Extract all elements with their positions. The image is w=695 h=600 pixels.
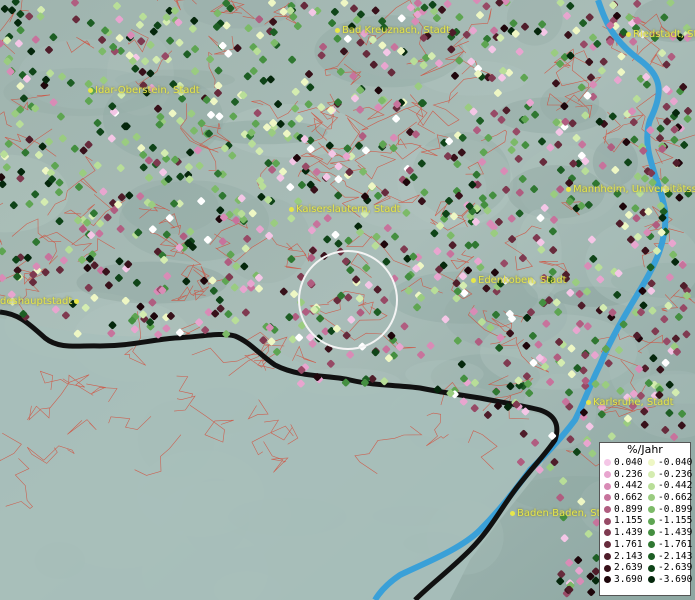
legend-entry: 0.442 [600, 480, 644, 492]
legend-entry: -2.639 [644, 562, 693, 574]
legend-swatch [604, 576, 611, 584]
legend-entry: 1.761 [600, 539, 644, 551]
legend-swatch [648, 541, 655, 549]
legend-entry: 0.662 [600, 492, 644, 504]
legend-label: -3.690 [658, 573, 693, 585]
legend-label: 3.690 [614, 573, 643, 585]
legend-swatch [604, 529, 611, 537]
legend-label: 1.155 [614, 515, 643, 527]
legend-swatch [648, 517, 655, 525]
city-marker-icon [88, 87, 93, 93]
city-label[interactable]: Baden-Baden, Sta [510, 508, 607, 519]
legend-swatch [604, 494, 611, 502]
legend-swatch [648, 471, 655, 479]
legend-swatch [604, 459, 611, 467]
legend-entry: -0.040 [644, 457, 693, 469]
legend-positive-column: 0.040 0.236 0.442 0.662 0.899 1.155 1.439 1.761… [600, 457, 644, 586]
legend-swatch [648, 459, 655, 467]
legend-swatch [604, 552, 611, 560]
legend-title: %/Jahr [627, 443, 663, 456]
legend-label: -1.761 [658, 538, 693, 550]
city-label[interactable]: Riedstadt, St [626, 29, 695, 40]
legend-label: 2.143 [614, 550, 643, 562]
legend-negative-column: -0.040 -0.236 -0.442 -0.662 -0.899 -1.155 -1.4… [644, 457, 693, 586]
legend-swatch [604, 541, 611, 549]
legend-entry: 1.155 [600, 515, 644, 527]
legend-label: 1.439 [614, 527, 643, 539]
legend-entry: -1.761 [644, 538, 693, 551]
legend-label: -0.236 [658, 468, 693, 480]
city-marker-icon [566, 186, 571, 192]
selection-circle[interactable] [298, 250, 398, 350]
legend-entry: -2.143 [644, 550, 693, 563]
legend-label: -0.899 [658, 503, 693, 515]
legend-entry: -0.442 [644, 480, 693, 492]
legend-label: -2.639 [658, 562, 693, 574]
legend-entry: -0.662 [644, 492, 693, 504]
city-marker-icon [74, 298, 80, 304]
legend-label: -0.442 [658, 480, 693, 492]
legend-swatch [604, 482, 611, 490]
city-marker-icon [510, 510, 515, 516]
legend-entry: 0.236 [600, 469, 644, 481]
city-label[interactable]: deshauptstadt [0, 296, 81, 307]
city-label[interactable]: Mannheim, Universitätsst [566, 184, 695, 195]
legend-label: -1.155 [658, 515, 693, 527]
city-label[interactable]: Kaiserslautern, Stadt [289, 204, 401, 215]
relief-shade [479, 314, 638, 390]
map-legend: %/Jahr 0.040 0.236 0.442 0.662 0.899 1.155 1.4… [599, 442, 693, 596]
legend-entry: -1.439 [644, 527, 693, 539]
legend-label: 0.662 [614, 492, 643, 504]
legend-entry: 2.143 [600, 551, 644, 563]
legend-label: -2.143 [658, 550, 693, 562]
legend-entry: -3.690 [644, 573, 693, 586]
legend-entry: -1.155 [644, 515, 693, 527]
legend-swatch [648, 576, 655, 584]
legend-swatch [648, 552, 655, 560]
legend-swatch [648, 529, 655, 537]
relief-shade [334, 145, 487, 231]
legend-label: 1.761 [614, 538, 643, 550]
legend-label: 0.442 [614, 480, 643, 492]
legend-swatch [648, 482, 655, 490]
legend-swatch [648, 494, 655, 502]
city-marker-icon [471, 277, 476, 283]
city-marker-icon [586, 399, 591, 405]
legend-label: -1.439 [658, 527, 693, 539]
legend-swatch [604, 471, 611, 479]
relief-shade [121, 179, 219, 235]
legend-swatch [604, 506, 611, 514]
city-marker-icon [335, 27, 340, 33]
city-label[interactable]: Edenkoben, Stadt [471, 275, 567, 286]
city-marker-icon [289, 206, 294, 212]
city-label[interactable]: Karlsruhe, Stadt [586, 397, 674, 408]
legend-entry: 0.899 [600, 504, 644, 516]
legend-label: 0.236 [614, 468, 643, 480]
city-label[interactable]: Bad Kreuznach, Stadt [335, 25, 450, 36]
city-label[interactable]: Idar-Oberstein, Stadt [88, 85, 200, 96]
legend-swatch [604, 564, 611, 572]
legend-label: -0.662 [658, 492, 693, 504]
legend-swatch [648, 564, 655, 572]
legend-swatch [604, 517, 611, 525]
legend-entry: -0.899 [644, 503, 693, 516]
legend-swatch [648, 506, 655, 514]
legend-entry: 2.639 [600, 562, 644, 574]
legend-label: 0.040 [614, 457, 643, 468]
legend-entry: -0.236 [644, 468, 693, 481]
legend-label: 0.899 [614, 503, 643, 515]
legend-entry: 1.439 [600, 527, 644, 539]
legend-entry: 0.040 [600, 457, 644, 469]
legend-label: -0.040 [658, 457, 693, 468]
legend-label: 2.639 [614, 562, 643, 574]
city-marker-icon [626, 31, 631, 37]
legend-entry: 3.690 [600, 574, 644, 586]
relief-shade [540, 82, 600, 125]
